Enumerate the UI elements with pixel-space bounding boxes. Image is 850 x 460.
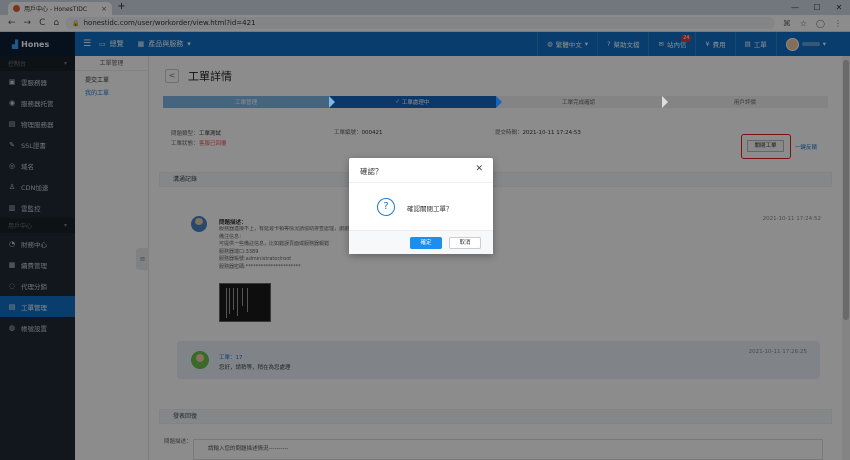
dialog-close-icon[interactable]: ✕: [475, 164, 483, 174]
dialog-header: 確認？ ✕: [349, 158, 493, 183]
dialog-footer: 確定 取消: [349, 230, 493, 254]
cancel-button[interactable]: 取消: [449, 237, 481, 249]
question-icon: ?: [377, 198, 395, 216]
confirm-dialog: 確認？ ✕ ? 確認關閉工單？ 確定 取消: [349, 158, 493, 254]
confirm-button[interactable]: 確定: [410, 237, 442, 249]
dialog-title: 確認？: [360, 167, 383, 176]
screen: 用戶中心 - HonesTIDC × + — ☐ ✕ ← → C ⌂ 🔒 hon…: [0, 0, 850, 460]
dialog-message: 確認關閉工單？: [407, 205, 453, 213]
